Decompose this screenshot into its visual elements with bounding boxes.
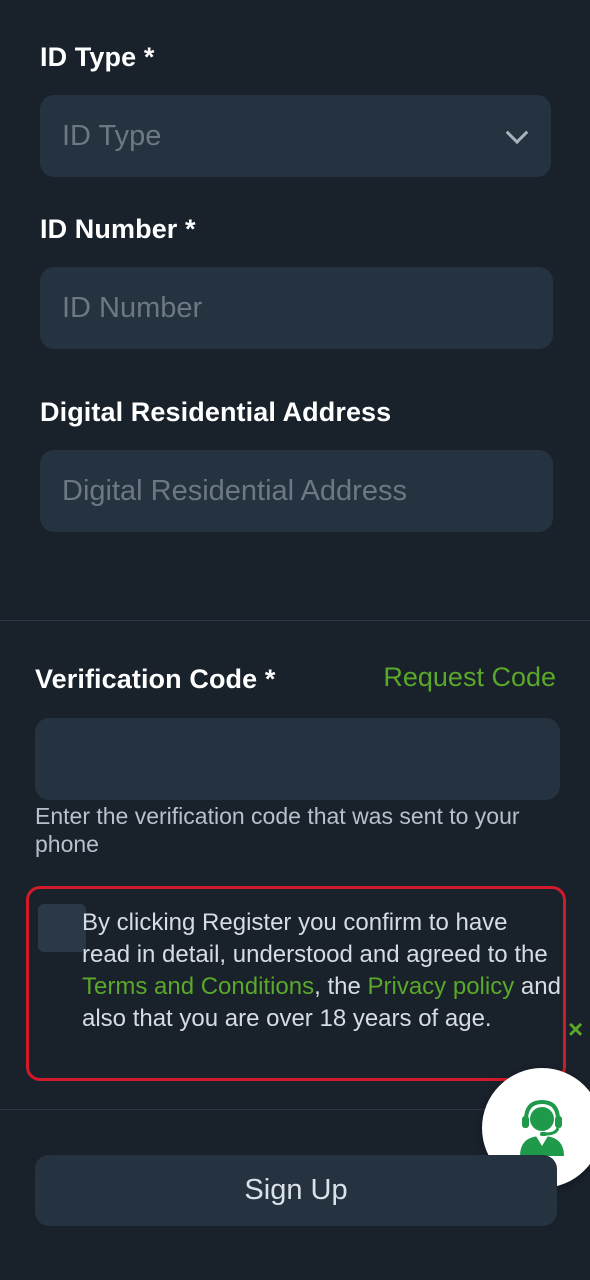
id-number-input[interactable] (40, 267, 553, 349)
verification-label: Verification Code * (35, 664, 276, 694)
id-type-label: ID Type * (40, 42, 155, 72)
terms-text: By clicking Register you confirm to have… (82, 907, 562, 1035)
address-input[interactable] (40, 450, 553, 532)
id-number-field-wrap (40, 267, 553, 349)
id-type-select[interactable]: ID Type (40, 95, 551, 177)
privacy-policy-link[interactable]: Privacy policy (368, 973, 515, 1000)
verification-code-input[interactable] (35, 718, 560, 800)
section-divider (0, 620, 590, 621)
terms-text-part1: By clicking Register you confirm to have… (82, 909, 548, 968)
id-number-label: ID Number * (40, 214, 196, 244)
verification-helper-text: Enter the verification code that was sen… (35, 803, 520, 857)
terms-checkbox[interactable] (38, 904, 86, 952)
verification-field-wrap (35, 718, 560, 800)
terms-conditions-link[interactable]: Terms and Conditions (82, 973, 314, 1000)
close-icon[interactable]: × (568, 1014, 583, 1045)
sign-up-button[interactable]: Sign Up (35, 1155, 557, 1226)
request-code-link[interactable]: Request Code (383, 662, 556, 693)
headset-agent-icon (520, 1099, 564, 1156)
terms-highlight-box: By clicking Register you confirm to have… (26, 886, 566, 1081)
address-field-wrap (40, 450, 553, 532)
id-type-placeholder: ID Type (62, 119, 162, 152)
terms-text-part2: , the (314, 973, 368, 1000)
address-label: Digital Residential Address (40, 397, 392, 427)
